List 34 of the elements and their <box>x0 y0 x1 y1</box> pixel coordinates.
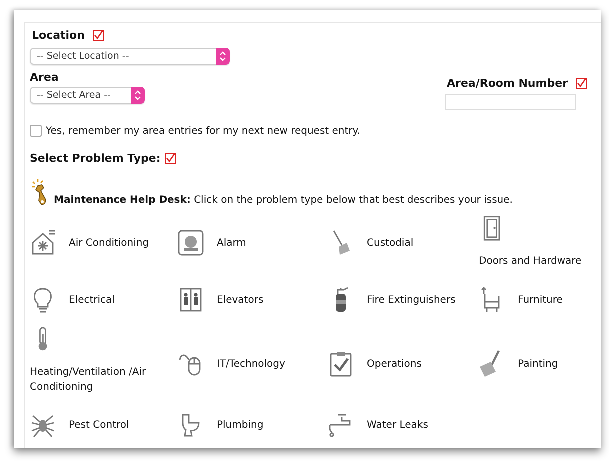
help-desk-text: Maintenance Help Desk: Click on the problem type below that best describes your issue. <box>54 195 513 206</box>
area-label: Area <box>30 71 60 84</box>
required-check-icon <box>164 153 176 164</box>
problem-type-item[interactable]: Plumbing <box>178 405 328 445</box>
problem-type-item[interactable]: Doors and Hardware <box>479 216 601 273</box>
problem-type-item[interactable]: Pest Control <box>30 405 178 445</box>
problem-type-item[interactable]: Electrical <box>30 273 178 327</box>
remember-label: Yes, remember my area entries for my next new request entry. <box>46 126 360 136</box>
room-number-label: Area/Room Number <box>447 77 568 90</box>
required-check-icon <box>92 30 104 41</box>
problem-type-item[interactable]: IT/Technology <box>178 327 328 401</box>
problem-type-item[interactable]: Heating/Ventilation /Air Conditioning <box>30 327 178 405</box>
alarm-bell-icon <box>178 229 204 257</box>
problem-type-item[interactable]: Air Conditioning <box>30 216 178 270</box>
elevator-icon <box>178 286 204 314</box>
location-label: Location <box>32 29 85 42</box>
room-number-field[interactable] <box>445 94 576 110</box>
stepper-arrows-icon <box>131 87 145 104</box>
problem-type-item[interactable]: Furniture <box>479 273 601 327</box>
problem-type-item[interactable]: Alarm <box>178 216 328 270</box>
select-dropdown[interactable]: -- Select Area -- <box>30 87 145 104</box>
select-dropdown[interactable]: -- Select Location -- <box>30 48 230 65</box>
problem-type-label: Select Problem Type: <box>30 152 161 165</box>
house-icon <box>30 229 56 257</box>
problem-type-item[interactable]: Painting <box>479 327 601 401</box>
problem-type-item[interactable]: Water Leaks <box>328 405 479 445</box>
problem-type-item[interactable]: Custodial <box>328 216 479 270</box>
stepper-arrows-icon <box>216 48 230 65</box>
remember-checkbox[interactable] <box>30 125 42 137</box>
required-check-icon <box>576 78 587 89</box>
problem-type-item[interactable]: Fire Extinguishers <box>328 273 479 327</box>
problem-type-item[interactable]: Operations <box>328 327 479 401</box>
problem-type-item[interactable]: Elevators <box>178 273 328 327</box>
clipboard-icon <box>328 350 354 378</box>
